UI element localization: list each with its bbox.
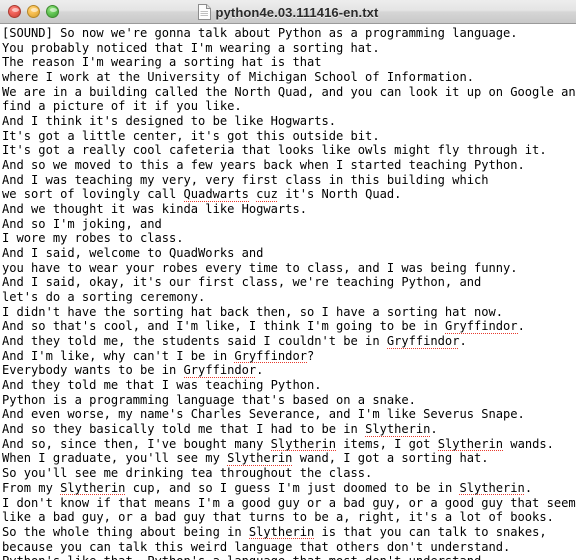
text-line: And I said, okay, it's our first class, … xyxy=(2,275,482,290)
text-line: you have to wear your robes every time t… xyxy=(2,260,518,275)
text-line: We are in a building called the North Qu… xyxy=(2,84,576,99)
text-line: And we thought it was kinda like Hogwart… xyxy=(2,202,307,217)
misspelled-word: Gryffindor xyxy=(444,319,518,335)
text-line: like a bad guy, or a bad guy that turns … xyxy=(2,510,554,525)
window-controls xyxy=(8,5,59,18)
close-button[interactable] xyxy=(8,5,21,18)
text-line: From my Slytherin cup, and so I guess I'… xyxy=(2,480,533,496)
misspelled-word: Quadwarts xyxy=(183,187,249,203)
text-line: And so we moved to this a few years back… xyxy=(2,158,525,173)
text-line: And they told me, the students said I co… xyxy=(2,334,467,349)
text-line: The reason I'm wearing a sorting hat is … xyxy=(2,55,322,70)
misspelled-word: Gryffindor xyxy=(183,363,257,379)
text-line: And they told me that I was teaching Pyt… xyxy=(2,378,322,393)
text-line: I wore my robes to class. xyxy=(2,231,184,246)
text-line: because you can talk this weird language… xyxy=(2,539,511,554)
text-line: [SOUND] So now we're gonna talk about Py… xyxy=(2,26,518,40)
text-line: So you'll see me drinking tea throughout… xyxy=(2,466,373,481)
text-line: And I'm like, why can't I be in Gryffind… xyxy=(2,348,315,364)
text-line: And so they basically told me that I had… xyxy=(2,422,438,437)
text-line: And so, since then, I've bought many Sly… xyxy=(2,436,554,452)
text-line: And I said, welcome to QuadWorks and xyxy=(2,246,264,261)
text-line: And so that's cool, and I'm like, I thin… xyxy=(2,319,525,335)
window-titlebar[interactable]: python4e.03.111416-en.txt xyxy=(0,0,576,24)
text-content[interactable]: [SOUND] So now we're gonna talk about Py… xyxy=(0,25,576,560)
text-line: And I think it's designed to be like Hog… xyxy=(2,114,337,129)
document-text-area[interactable]: [SOUND] So now we're gonna talk about Py… xyxy=(0,25,576,560)
text-line: You probably noticed that I'm wearing a … xyxy=(2,40,380,55)
text-line: I don't know if that means I'm a good gu… xyxy=(2,495,576,510)
misspelled-word: Slytherin xyxy=(60,480,126,496)
misspelled-word: Gryffindor xyxy=(234,348,307,364)
misspelled-word: Slytherin xyxy=(227,451,293,467)
document-icon xyxy=(197,4,211,20)
window-title-group: python4e.03.111416-en.txt xyxy=(0,0,576,24)
text-line: Python's like that, Python's a language … xyxy=(2,554,576,560)
text-line: I didn't have the sorting hat back then,… xyxy=(2,304,504,319)
misspelled-word: Slytherin xyxy=(248,524,315,540)
text-line: And so I'm joking, and xyxy=(2,216,162,231)
misspelled-word: Slytherin xyxy=(437,436,504,452)
text-line: Python is a programming language that's … xyxy=(2,392,416,407)
misspelled-word: Slytherin xyxy=(459,480,525,496)
text-line: let's do a sorting ceremony. xyxy=(2,290,206,305)
misspelled-word: Slytherin xyxy=(270,436,337,452)
text-line: It's got a little center, it's got this … xyxy=(2,128,380,143)
text-line: where I work at the University of Michig… xyxy=(2,70,474,85)
misspelled-word: cuz xyxy=(256,187,278,203)
window-title: python4e.03.111416-en.txt xyxy=(215,4,379,20)
misspelled-word: Slytherin xyxy=(365,422,431,437)
text-line: find a picture of it if you like. xyxy=(2,99,242,114)
text-line: we sort of lovingly call Quadwarts cuz i… xyxy=(2,187,402,203)
text-line: It's got a really cool cafeteria that lo… xyxy=(2,143,547,158)
text-line: And even worse, my name's Charles Severa… xyxy=(2,407,525,422)
text-line: Everybody wants to be in Gryffindor. xyxy=(2,363,264,379)
zoom-button[interactable] xyxy=(46,5,59,18)
text-editor-window: python4e.03.111416-en.txt [SOUND] So now… xyxy=(0,0,576,560)
minimize-button[interactable] xyxy=(27,5,40,18)
text-line: So the whole thing about being in Slythe… xyxy=(2,524,547,540)
text-line: When I graduate, you'll see my Slytherin… xyxy=(2,451,489,467)
text-line: And I was teaching my very, very first c… xyxy=(2,172,489,187)
misspelled-word: Gryffindor xyxy=(386,334,460,349)
